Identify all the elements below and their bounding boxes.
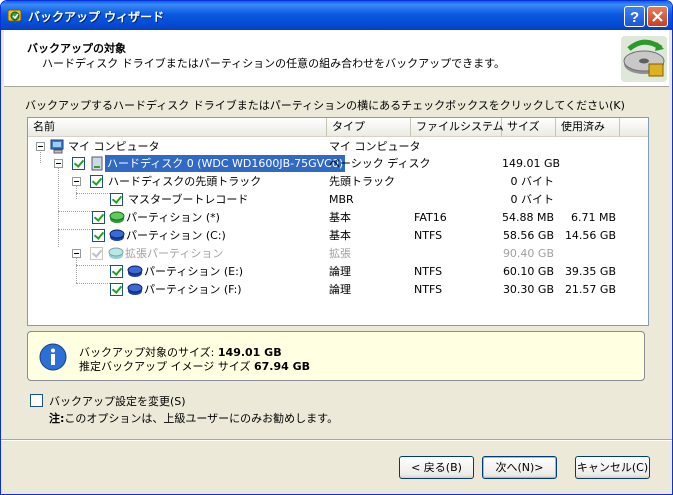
size-info-box: バックアップ対象のサイズ: 149.01 GB 推定バックアップ イメージ サイ… (27, 331, 645, 381)
change-settings-checkbox[interactable] (30, 394, 43, 407)
tree-row-partition-star[interactable]: パーティション (*) 基本 FAT16 54.88 MB 6.71 MB (28, 209, 648, 226)
note-text: このオプションは、上級ユーザーにのみお勧めします。 (64, 412, 339, 425)
tree-row-mbr[interactable]: マスターブートレコード MBR 0 バイト (28, 191, 648, 208)
tree-row-partition-c[interactable]: パーティション (C:) 基本 NTFS 58.56 GB 14.56 GB (28, 227, 648, 244)
tree-row-partition-e[interactable]: パーティション (E:) 論理 NTFS 60.10 GB 39.35 GB (28, 263, 648, 280)
partition-icon (127, 265, 143, 277)
tree-row-harddisk-0[interactable]: ハードディスク 0 (WDC WD1600JB-75GVC0) ベーシック ディ… (28, 155, 648, 172)
row-used: 21.57 GB (564, 283, 616, 296)
row-size: 30.30 GB (502, 283, 554, 296)
mbr-checkbox[interactable] (110, 193, 123, 206)
page-subtitle: ハードディスク ドライブまたはパーティションの任意の組み合わせをバックアップでき… (42, 57, 505, 70)
row-size: 0 バイト (510, 175, 555, 188)
help-icon: ? (630, 9, 639, 26)
row-filesystem: NTFS (414, 229, 443, 242)
row-name: パーティション (F:) (144, 283, 242, 296)
info-icon (39, 343, 67, 371)
row-type: マイ コンピュータ (329, 140, 421, 153)
note-prefix: 注: (49, 412, 65, 425)
harddisk-icon (91, 156, 103, 171)
row-type: MBR (329, 193, 354, 206)
row-size: 60.10 GB (502, 265, 554, 278)
extended-partition-checkbox (90, 247, 103, 260)
tree-row-first-track[interactable]: ハードディスクの先頭トラック 先頭トラック 0 バイト (28, 173, 648, 190)
row-name: ハードディスクの先頭トラック (108, 175, 262, 188)
row-filesystem: NTFS (414, 283, 443, 296)
row-type: 論理 (329, 265, 351, 278)
page-title: バックアップの対象 (27, 42, 126, 55)
tree-row-extended-partition[interactable]: 拡張パーティション 拡張 90.40 GB (28, 245, 648, 262)
partition-f-checkbox[interactable] (110, 283, 123, 296)
harddisk-0-checkbox[interactable] (72, 157, 85, 170)
column-type[interactable]: タイプ (327, 118, 411, 137)
row-used: 39.35 GB (564, 265, 616, 278)
row-type: 論理 (329, 283, 351, 296)
close-button[interactable] (647, 6, 668, 27)
image-size-value: 67.94 GB (253, 360, 310, 373)
collapse-toggle[interactable] (54, 159, 63, 168)
partition-e-checkbox[interactable] (110, 265, 123, 278)
close-icon (652, 11, 663, 22)
footer-divider (1, 439, 672, 441)
row-type: ベーシック ディスク (329, 157, 431, 170)
partition-icon (108, 247, 124, 259)
tree-row-partition-f[interactable]: パーティション (F:) 論理 NTFS 30.30 GB 21.57 GB (28, 281, 648, 298)
tree-row-my-computer[interactable]: マイ コンピュータ マイ コンピュータ (28, 138, 648, 155)
row-name: パーティション (E:) (144, 265, 244, 278)
wizard-banner-icon (621, 36, 667, 82)
wizard-header: バックアップの対象 ハードディスク ドライブまたはパーティションの任意の組み合わ… (4, 30, 669, 87)
column-size[interactable]: サイズ (502, 118, 556, 137)
change-settings-label[interactable]: バックアップ設定を変更(S) (49, 393, 186, 409)
title-bar[interactable]: バックアップ ウィザード ? (1, 1, 672, 30)
column-name[interactable]: 名前 (28, 118, 327, 137)
row-used: 6.71 MB (570, 211, 616, 224)
partition-icon (127, 283, 143, 295)
row-type: 基本 (329, 211, 351, 224)
svg-text:?: ? (630, 9, 639, 26)
row-used: 14.56 GB (564, 229, 616, 242)
row-size: 54.88 MB (502, 211, 555, 224)
collapse-toggle[interactable] (72, 177, 81, 186)
collapse-toggle[interactable] (72, 249, 81, 258)
next-button[interactable]: 次へ(N)> (482, 456, 557, 479)
row-name: マイ コンピュータ (68, 140, 160, 153)
row-filesystem: NTFS (414, 265, 443, 278)
row-size: 58.56 GB (502, 229, 554, 242)
row-size: 0 バイト (510, 193, 555, 206)
row-type: 先頭トラック (329, 175, 395, 188)
row-name: ハードディスク 0 (WDC WD1600JB-75GVC0) (105, 155, 346, 172)
backup-wizard-window: バックアップ ウィザード ? バックアップの対象 ハードディスク ドライブまたは… (0, 0, 673, 495)
column-used[interactable]: 使用済み (556, 118, 620, 137)
partition-star-checkbox[interactable] (92, 211, 105, 224)
row-type: 拡張 (329, 247, 351, 260)
row-size: 90.40 GB (502, 247, 554, 260)
row-name: 拡張パーティション (125, 247, 224, 260)
help-button[interactable]: ? (624, 6, 645, 27)
row-type: 基本 (329, 229, 351, 242)
column-filesystem[interactable]: ファイルシステム (411, 118, 504, 137)
column-header: 名前 タイプ ファイルシステム サイズ 使用済み (28, 118, 648, 137)
partition-icon (109, 229, 125, 241)
row-size: 149.01 GB (502, 157, 561, 170)
row-name: パーティション (C:) (126, 229, 226, 242)
first-track-checkbox[interactable] (90, 175, 103, 188)
row-filesystem: FAT16 (414, 211, 447, 224)
back-button[interactable]: < 戻る(B) (399, 456, 474, 479)
row-name: パーティション (*) (126, 211, 220, 224)
row-name: マスターブートレコード (128, 193, 249, 206)
disk-tree[interactable]: 名前 タイプ ファイルシステム サイズ 使用済み マイ コンピュータ マイ コン… (27, 117, 649, 326)
image-size-label: 推定バックアップ イメージ サイズ (79, 360, 251, 373)
instruction-text: バックアップするハードディスク ドライブまたはパーティションの横にあるチェックボ… (25, 99, 625, 112)
partition-c-checkbox[interactable] (92, 229, 105, 242)
collapse-toggle[interactable] (36, 142, 45, 151)
image-size-line: 推定バックアップ イメージ サイズ 67.94 GB (79, 358, 310, 374)
app-icon (7, 9, 22, 22)
computer-icon (50, 139, 64, 154)
cancel-button[interactable]: キャンセル(C) (575, 456, 650, 479)
window-title: バックアップ ウィザード (28, 10, 165, 24)
advanced-note: 注:このオプションは、上級ユーザーにのみお勧めします。 (49, 410, 338, 426)
partition-icon (109, 211, 125, 223)
